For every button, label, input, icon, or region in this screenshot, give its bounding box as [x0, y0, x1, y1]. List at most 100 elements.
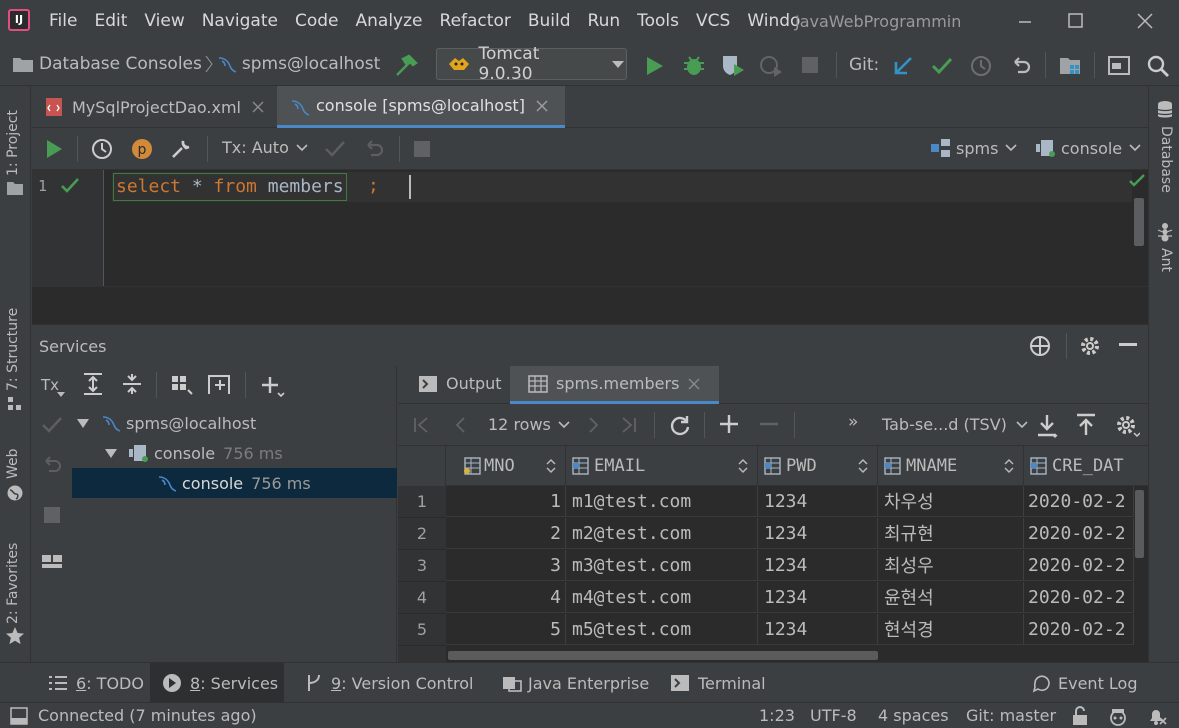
- hide-services-button[interactable]: [1118, 342, 1138, 348]
- menu-analyze[interactable]: Analyze: [356, 11, 423, 31]
- cell-mname[interactable]: 현석경: [878, 614, 1024, 645]
- cell-pwd[interactable]: 1234: [758, 550, 878, 581]
- schema-select[interactable]: spms: [930, 138, 1018, 158]
- cell-mno[interactable]: 5: [446, 614, 566, 645]
- group-by-button[interactable]: [170, 372, 194, 396]
- sort-icon[interactable]: [737, 459, 749, 473]
- menu-refactor[interactable]: Refactor: [440, 11, 511, 31]
- tool-window-ant[interactable]: Ant: [1158, 248, 1174, 272]
- menu-navigate[interactable]: Navigate: [202, 11, 278, 31]
- sort-icon[interactable]: [545, 459, 557, 473]
- column-header-mname[interactable]: MNAME: [878, 446, 1024, 486]
- grid-vertical-scrollbar[interactable]: [1135, 490, 1144, 558]
- cell-pwd[interactable]: 1234: [758, 486, 878, 517]
- sort-icon[interactable]: [1003, 459, 1015, 473]
- status-toggle-button[interactable]: [10, 707, 28, 725]
- intellij-logo-icon[interactable]: IJ: [8, 9, 30, 31]
- breadcrumb-item[interactable]: spms@localhost: [242, 54, 380, 74]
- tool-tab-event-log[interactable]: Event Log: [1020, 663, 1150, 703]
- file-encoding[interactable]: UTF-8: [810, 706, 857, 725]
- git-rollback-button[interactable]: [1009, 54, 1033, 78]
- minimize-button[interactable]: [1012, 8, 1038, 34]
- cell-cre-date[interactable]: 2020-02-2: [1024, 614, 1134, 645]
- tree-expanded-arrow-icon[interactable]: [104, 446, 118, 460]
- close-tab-icon[interactable]: [535, 99, 549, 113]
- sql-editor[interactable]: 1 select * from members ;: [32, 170, 1148, 286]
- close-tab-icon[interactable]: [687, 377, 701, 391]
- maximize-button[interactable]: [1062, 8, 1088, 34]
- menu-run[interactable]: Run: [588, 11, 621, 31]
- add-button[interactable]: [259, 374, 285, 398]
- cell-cre-date[interactable]: 2020-02-2: [1024, 582, 1134, 613]
- menu-window[interactable]: Windo: [747, 11, 800, 31]
- history-button[interactable]: [90, 137, 114, 161]
- cell-mno[interactable]: 1: [446, 486, 566, 517]
- sql-statement[interactable]: select * from members: [113, 173, 347, 201]
- git-update-button[interactable]: [891, 54, 915, 78]
- menu-build[interactable]: Build: [528, 11, 571, 31]
- build-hammer-button[interactable]: [393, 53, 419, 79]
- close-window-button[interactable]: [1132, 8, 1158, 34]
- menu-view[interactable]: View: [144, 11, 184, 31]
- tree-node-datasource[interactable]: spms@localhost: [76, 408, 256, 438]
- breadcrumb-root[interactable]: Database Consoles: [39, 54, 202, 74]
- refresh-button[interactable]: [668, 413, 692, 437]
- parameters-button[interactable]: p: [130, 137, 154, 161]
- menu-vcs[interactable]: VCS: [696, 11, 730, 31]
- debug-button[interactable]: [681, 53, 707, 79]
- more-actions-button[interactable]: »: [848, 412, 858, 432]
- cell-mname[interactable]: 최성우: [878, 550, 1024, 581]
- tab-mysqlprojectdao[interactable]: MySqlProjectDao.xml: [32, 86, 276, 128]
- page-size-select[interactable]: 12 rows: [488, 415, 571, 434]
- result-grid[interactable]: MNO EMAIL PWD MNAME CRE_DAT 1 1 m1@test.…: [398, 446, 1148, 662]
- git-branch[interactable]: Git: master: [966, 706, 1056, 725]
- cell-cre-date[interactable]: 2020-02-2: [1024, 486, 1134, 517]
- tool-window-database[interactable]: Database: [1158, 126, 1174, 193]
- presentation-button[interactable]: [1107, 54, 1131, 78]
- run-button[interactable]: [642, 54, 666, 78]
- grid-settings-button[interactable]: [1114, 413, 1140, 439]
- cell-email[interactable]: m5@test.com: [566, 614, 758, 645]
- tree-expanded-arrow-icon[interactable]: [76, 416, 90, 430]
- cell-mname[interactable]: 최규현: [878, 518, 1024, 549]
- tool-window-project[interactable]: 1: Project: [5, 110, 21, 176]
- cell-mno[interactable]: 3: [446, 550, 566, 581]
- cell-pwd[interactable]: 1234: [758, 582, 878, 613]
- cell-email[interactable]: m4@test.com: [566, 582, 758, 613]
- tool-tab-java-enterprise[interactable]: Java Enterprise: [490, 663, 661, 703]
- tool-window-favorites[interactable]: 2: Favorites: [5, 543, 21, 624]
- cell-mno[interactable]: 2: [446, 518, 566, 549]
- tool-tab-terminal[interactable]: Terminal: [658, 663, 778, 703]
- search-everywhere-button[interactable]: [1146, 54, 1170, 78]
- menu-file[interactable]: File: [49, 11, 77, 31]
- read-only-toggle[interactable]: [1071, 706, 1089, 726]
- tool-tab-todo[interactable]: 6: TODO: [36, 663, 156, 703]
- expand-all-button[interactable]: [82, 372, 104, 396]
- execute-button[interactable]: [43, 138, 65, 160]
- settings-wrench-button[interactable]: [169, 137, 193, 161]
- new-tab-button[interactable]: [207, 372, 233, 396]
- tab-console[interactable]: console [spms@localhost]: [277, 86, 565, 128]
- grid-horizontal-scrollbar[interactable]: [448, 651, 878, 660]
- cell-email[interactable]: m1@test.com: [566, 486, 758, 517]
- project-structure-button[interactable]: [1058, 54, 1082, 78]
- coverage-button[interactable]: [720, 53, 746, 79]
- tool-window-web[interactable]: Web: [5, 448, 21, 479]
- cell-mname[interactable]: 차우성: [878, 486, 1024, 517]
- extractor-select[interactable]: Tab-se...d (TSV): [882, 415, 1029, 434]
- collapse-all-button[interactable]: [121, 372, 143, 396]
- close-tab-icon[interactable]: [251, 100, 265, 114]
- tab-output[interactable]: Output: [418, 374, 502, 393]
- cell-mno[interactable]: 4: [446, 582, 566, 613]
- tree-node-console[interactable]: console 756 ms: [72, 468, 397, 498]
- add-service-button[interactable]: [1028, 334, 1052, 358]
- tab-spms-members[interactable]: spms.members: [510, 366, 720, 404]
- git-commit-button[interactable]: [930, 54, 954, 78]
- session-select[interactable]: console: [1035, 138, 1142, 158]
- inspector-button[interactable]: [1108, 706, 1128, 726]
- tree-node-session[interactable]: console 756 ms: [104, 438, 283, 468]
- add-row-button[interactable]: [718, 413, 740, 435]
- cell-mname[interactable]: 윤현석: [878, 582, 1024, 613]
- menu-edit[interactable]: Edit: [94, 11, 127, 31]
- column-header-cre-date[interactable]: CRE_DAT: [1024, 446, 1148, 486]
